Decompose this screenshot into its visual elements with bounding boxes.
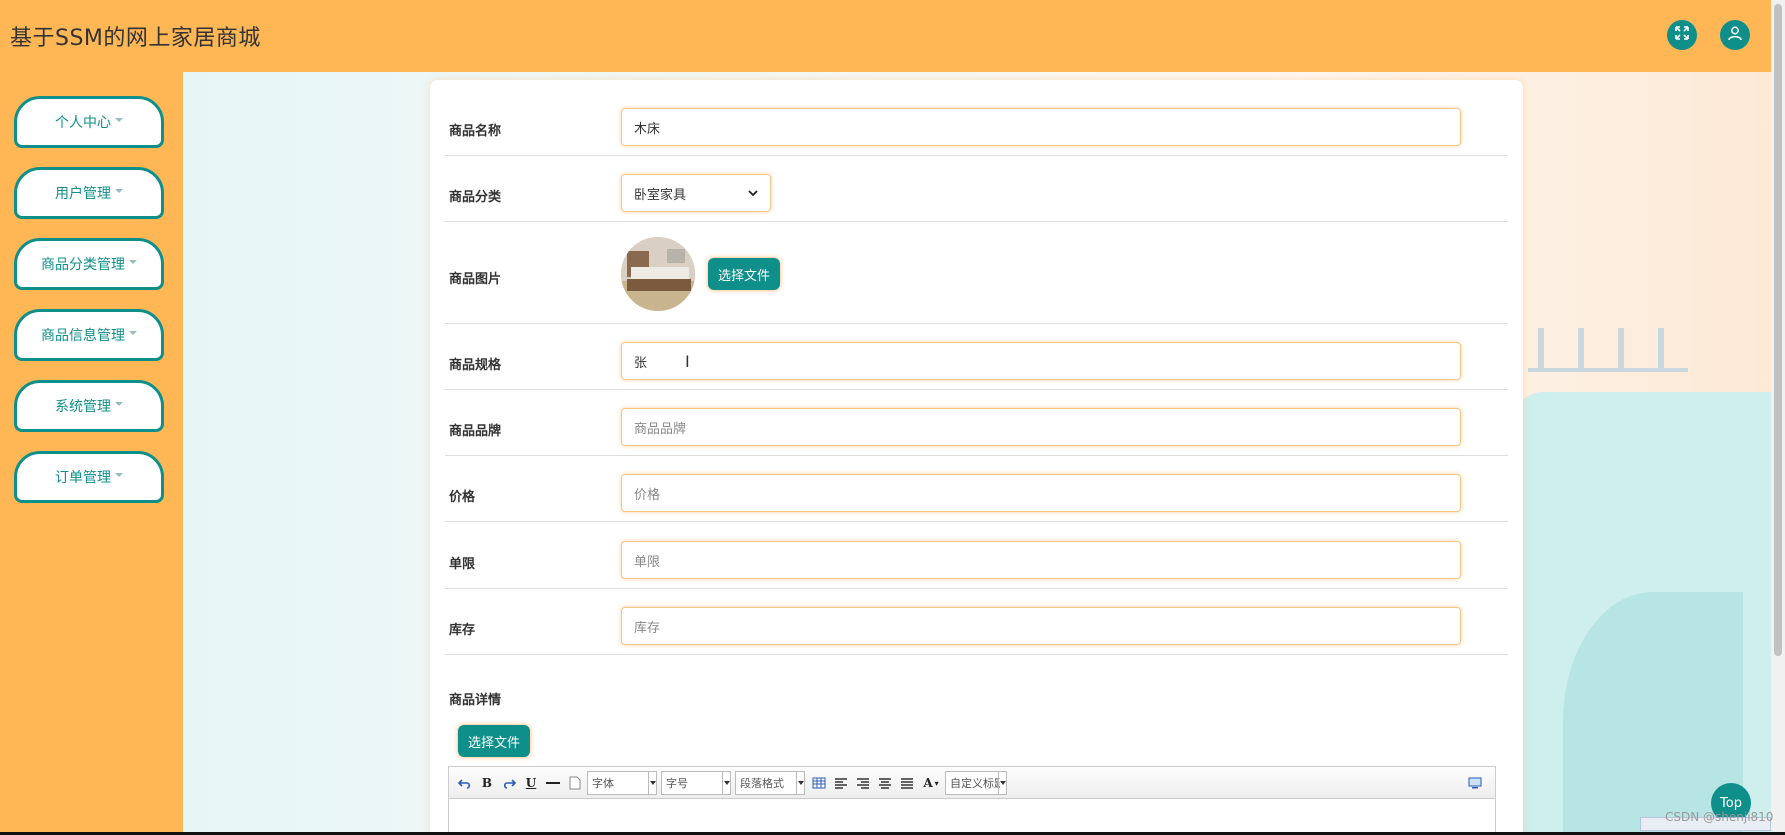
font-size-combo[interactable]: 字号 [661, 770, 731, 795]
sidebar-item-label: 系统管理 [55, 399, 111, 415]
stock-input[interactable]: 库存 [621, 607, 1461, 645]
combo-arrow-icon [648, 771, 656, 794]
app-window: 基于SSM的网上家居商城 个人中心 用户管理 商品分类管理 商品信息管理 系统管… [0, 0, 1785, 835]
horizontal-rule-icon[interactable] [543, 773, 563, 793]
field-label: 商品规格 [449, 358, 502, 373]
sidebar-item-product-management[interactable]: 商品信息管理 [14, 309, 164, 361]
expand-icon [1674, 25, 1690, 45]
sidebar-item-label: 用户管理 [55, 186, 111, 202]
blank-page-icon[interactable] [565, 773, 585, 793]
limit-input[interactable]: 单限 [621, 541, 1461, 579]
paragraph-format-combo[interactable]: 段落格式 [735, 770, 805, 795]
scrollbar-thumb[interactable] [1774, 4, 1782, 656]
align-left-icon[interactable] [831, 773, 851, 793]
product-image-thumbnail [621, 237, 695, 311]
form-row-price: 价格 价格 [445, 456, 1508, 522]
font-size-label: 字号 [666, 776, 688, 790]
form-row-category: 商品分类 卧室家具 [445, 156, 1508, 222]
caret-down-icon [115, 402, 123, 406]
preview-icon[interactable] [1465, 773, 1485, 793]
form-row-image: 商品图片 选择文件 [445, 222, 1508, 324]
form-row-name: 商品名称 木床 [445, 80, 1508, 156]
editor-toolbar: B U 字体 字号 段落格式 A ▾ 自定义标题 [449, 767, 1495, 799]
text-cursor-icon: I [685, 351, 690, 371]
category-select-value: 卧室家具 [634, 187, 687, 203]
align-justify-icon[interactable] [897, 773, 917, 793]
sidebar-item-user-management[interactable]: 用户管理 [14, 167, 164, 219]
form-row-spec: 商品规格 张 I [445, 324, 1508, 390]
paragraph-format-label: 段落格式 [740, 776, 784, 790]
align-center-icon[interactable] [875, 773, 895, 793]
product-spec-value: 张 [634, 355, 648, 371]
caret-down-icon [115, 189, 123, 193]
underline-icon[interactable]: U [521, 773, 541, 793]
sidebar-item-label: 商品信息管理 [41, 328, 125, 344]
custom-title-combo[interactable]: 自定义标题 [945, 770, 1007, 795]
top-header: 基于SSM的网上家居商城 [0, 0, 1785, 72]
app-title: 基于SSM的网上家居商城 [10, 26, 261, 51]
form-row-stock: 库存 库存 [445, 589, 1508, 655]
font-color-icon[interactable]: A ▾ [919, 773, 943, 793]
choose-image-file-button[interactable]: 选择文件 [708, 258, 781, 290]
form-row-brand: 商品品牌 商品品牌 [445, 390, 1508, 456]
font-family-combo[interactable]: 字体 [587, 770, 657, 795]
choose-detail-file-button[interactable]: 选择文件 [458, 725, 531, 757]
table-icon[interactable] [809, 773, 829, 793]
sidebar: 个人中心 用户管理 商品分类管理 商品信息管理 系统管理 订单管理 [0, 72, 183, 835]
caret-down-icon [115, 118, 123, 122]
sidebar-item-order-management[interactable]: 订单管理 [14, 451, 164, 503]
sidebar-item-label: 商品分类管理 [41, 257, 125, 273]
combo-arrow-icon [722, 771, 730, 794]
redo-icon[interactable] [499, 773, 519, 793]
sidebar-item-personal-center[interactable]: 个人中心 [14, 96, 164, 148]
caret-down-icon [129, 331, 137, 335]
field-label: 商品品牌 [449, 424, 502, 439]
category-select[interactable]: 卧室家具 [621, 174, 771, 212]
user-icon [1727, 25, 1743, 45]
field-label: 商品图片 [449, 272, 502, 287]
product-edit-form: 商品名称 木床 商品分类 卧室家具 商品图片 选择文件 商品规格 张 I 商品品… [430, 80, 1523, 835]
custom-title-label: 自定义标题 [950, 776, 1000, 790]
font-family-label: 字体 [592, 776, 614, 790]
sidebar-item-label: 订单管理 [55, 470, 111, 486]
field-label: 库存 [449, 623, 476, 638]
sidebar-item-system-management[interactable]: 系统管理 [14, 380, 164, 432]
decorative-railing [1528, 312, 1688, 372]
product-spec-input[interactable]: 张 I [621, 342, 1461, 380]
field-label: 商品名称 [449, 124, 502, 139]
page-scrollbar[interactable] [1771, 0, 1785, 835]
sidebar-item-label: 个人中心 [55, 115, 111, 131]
align-right-icon[interactable] [853, 773, 873, 793]
product-brand-input[interactable]: 商品品牌 [621, 408, 1461, 446]
form-row-limit: 单限 单限 [445, 522, 1508, 589]
fullscreen-button[interactable] [1667, 20, 1697, 50]
field-label: 商品详情 [449, 693, 502, 708]
sidebar-item-category-management[interactable]: 商品分类管理 [14, 238, 164, 290]
combo-arrow-icon [796, 771, 804, 794]
chevron-down-icon [748, 186, 758, 201]
product-name-input[interactable]: 木床 [621, 108, 1461, 146]
bold-icon[interactable]: B [477, 773, 497, 793]
field-label: 价格 [449, 490, 476, 505]
combo-arrow-icon [998, 771, 1006, 794]
user-button[interactable] [1720, 20, 1750, 50]
price-input[interactable]: 价格 [621, 474, 1461, 512]
field-label: 商品分类 [449, 190, 502, 205]
watermark: CSDN @shenji810 [1665, 810, 1774, 824]
caret-down-icon [129, 260, 137, 264]
caret-down-icon [115, 473, 123, 477]
field-label: 单限 [449, 557, 476, 572]
rich-text-editor[interactable]: B U 字体 字号 段落格式 A ▾ 自定义标题 [448, 766, 1496, 835]
undo-icon[interactable] [455, 773, 475, 793]
